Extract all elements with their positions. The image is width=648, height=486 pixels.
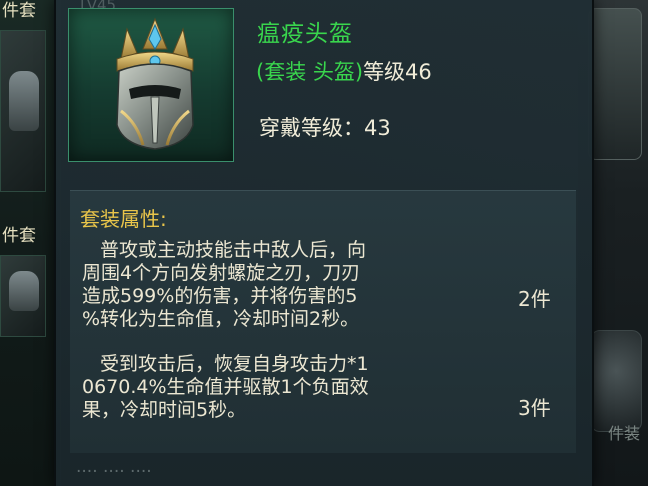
item-set-slot: (套装 头盔) — [256, 60, 364, 84]
background-equipment-slot[interactable] — [0, 255, 46, 337]
set-attributes-title: 套装属性: — [80, 207, 167, 231]
crowned-helmet-icon — [116, 17, 194, 150]
set-attributes-panel: 套装属性: 普攻或主动技能击中敌人后，向 周围4个方向发射螺旋之刃，刀刃 造成5… — [70, 190, 576, 453]
set-piece-count: 2件 — [518, 287, 551, 311]
set-bonus-line: 周围4个方向发射螺旋之刃，刀刃 — [82, 262, 361, 284]
item-icon-frame — [68, 8, 234, 162]
item-level: 等级46 — [363, 60, 432, 84]
set-bonus-line: 0670.4%生命值并驱散1个负面效 — [82, 376, 369, 398]
background-label: 件装 — [607, 424, 640, 443]
item-type: (套装 头盔)等级46 — [256, 56, 432, 86]
game-screen: 件套 件套 件装 LV45 瘟疫头盔 (套装 头盔)等级46 穿戴等级：43 套… — [0, 0, 648, 486]
background-tab-mid: 件套 — [2, 226, 36, 246]
item-tooltip: LV45 瘟疫头盔 (套装 头盔)等级46 穿戴等级：43 套装属性: 普攻或主… — [54, 0, 594, 486]
set-bonus-entry: 普攻或主动技能击中敌人后，向 周围4个方向发射螺旋之刃，刀刃 造成599%的伤害… — [82, 239, 502, 331]
set-bonus-line: 受到攻击后，恢复自身攻击力*1 — [100, 353, 369, 375]
set-bonus-line: 造成599%的伤害，并将伤害的5 — [82, 285, 358, 307]
helmet-icon — [9, 71, 39, 131]
background-skill-button[interactable] — [590, 330, 642, 432]
background-tab-top: 件套 — [2, 1, 36, 21]
helmet-icon — [9, 271, 39, 311]
item-name: 瘟疫头盔 — [257, 21, 353, 47]
background-equipment-slot[interactable] — [0, 30, 46, 192]
wear-level-requirement: 穿戴等级：43 — [259, 116, 391, 140]
set-piece-count: 3件 — [518, 396, 551, 420]
background-character-card[interactable] — [588, 8, 642, 160]
set-bonus-line: 普攻或主动技能击中敌人后，向 — [100, 239, 367, 261]
set-bonus-line: 果，冷却时间5秒。 — [82, 399, 247, 421]
truncated-next-section: ···· ···· ···· — [76, 462, 152, 482]
background-equipment-list: 件套 件套 — [0, 0, 61, 486]
set-bonus-line: %转化为生命值，冷却时间2秒。 — [82, 308, 360, 330]
set-bonus-entry: 受到攻击后，恢复自身攻击力*1 0670.4%生命值并驱散1个负面效 果，冷却时… — [82, 353, 502, 422]
